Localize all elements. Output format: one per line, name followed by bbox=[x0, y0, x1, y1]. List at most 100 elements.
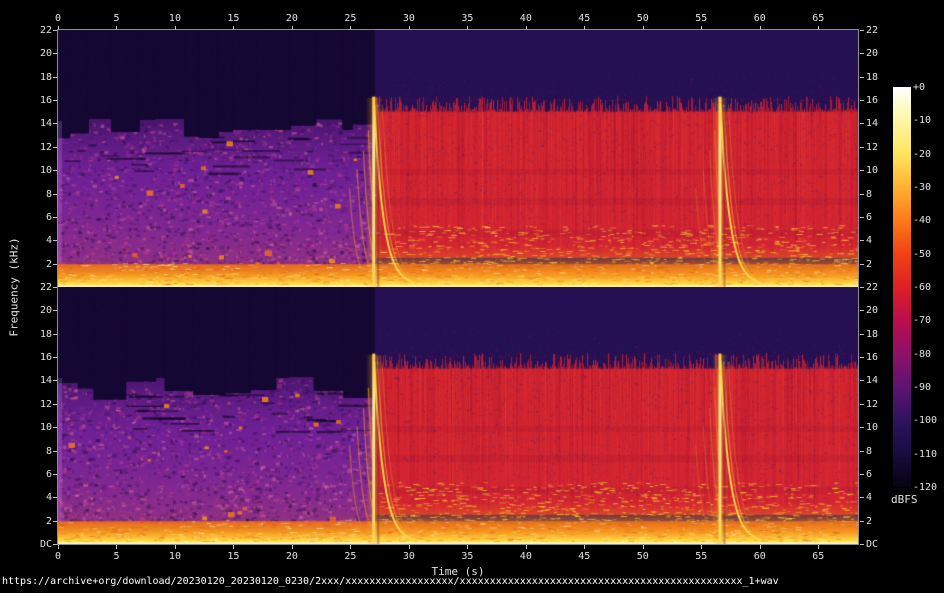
freq-tick-label-right: 6 bbox=[866, 469, 896, 480]
x-tick-bottom bbox=[526, 545, 527, 549]
freq-tick-left bbox=[53, 474, 57, 475]
x-tick-bottom bbox=[116, 545, 117, 549]
freq-tick-right bbox=[860, 147, 864, 148]
x-tick-label-bottom: 40 bbox=[511, 551, 541, 562]
x-tick-label-top: 45 bbox=[569, 13, 599, 24]
colorbar-title: dBFS bbox=[891, 493, 931, 506]
freq-tick-left bbox=[53, 287, 57, 288]
freq-tick-left bbox=[53, 77, 57, 78]
x-tick-bottom bbox=[818, 545, 819, 549]
freq-tick-label-right: 12 bbox=[866, 142, 896, 153]
freq-tick-label-right: 16 bbox=[866, 352, 896, 363]
freq-tick-left bbox=[53, 240, 57, 241]
colorbar-tick-label: -100 bbox=[913, 415, 944, 426]
freq-tick-right bbox=[860, 521, 864, 522]
freq-tick-right bbox=[860, 334, 864, 335]
freq-tick-label-left: 6 bbox=[24, 212, 52, 223]
freq-tick-label-left: 12 bbox=[24, 142, 52, 153]
x-tick-bottom bbox=[350, 545, 351, 549]
freq-tick-right bbox=[860, 170, 864, 171]
colorbar-tick-label: -10 bbox=[913, 115, 944, 126]
x-tick-label-top: 40 bbox=[511, 13, 541, 24]
spectrogram-figure: Frequency (kHz) 005510101515202025253030… bbox=[0, 0, 944, 593]
freq-tick-right bbox=[860, 53, 864, 54]
x-tick-label-bottom: 60 bbox=[745, 551, 775, 562]
freq-tick-label-right: 6 bbox=[866, 212, 896, 223]
freq-tick-label-left: 6 bbox=[24, 469, 52, 480]
freq-tick-left bbox=[53, 334, 57, 335]
freq-tick-right bbox=[860, 427, 864, 428]
x-tick-label-bottom: 65 bbox=[803, 551, 833, 562]
freq-tick-label-right: 8 bbox=[866, 189, 896, 200]
freq-tick-label-left: 20 bbox=[24, 48, 52, 59]
freq-tick-label-right: 20 bbox=[866, 48, 896, 59]
x-tick-label-top: 0 bbox=[43, 13, 73, 24]
freq-tick-left bbox=[53, 404, 57, 405]
freq-tick-label-right: 16 bbox=[866, 95, 896, 106]
spectrogram-channel-2 bbox=[58, 287, 858, 544]
freq-tick-label-right: 14 bbox=[866, 375, 896, 386]
x-tick-top bbox=[292, 26, 293, 30]
x-tick-label-bottom: 30 bbox=[394, 551, 424, 562]
x-tick-label-top: 15 bbox=[218, 13, 248, 24]
freq-tick-label-right: 10 bbox=[866, 165, 896, 176]
x-tick-bottom bbox=[292, 545, 293, 549]
freq-tick-label-left: 18 bbox=[24, 72, 52, 83]
x-tick-bottom bbox=[467, 545, 468, 549]
freq-tick-left bbox=[53, 194, 57, 195]
freq-tick-right bbox=[860, 287, 864, 288]
freq-tick-label-left: 4 bbox=[24, 235, 52, 246]
colorbar-tick-label: +0 bbox=[913, 82, 944, 93]
colorbar-tick-label: -40 bbox=[913, 215, 944, 226]
x-tick-label-top: 60 bbox=[745, 13, 775, 24]
freq-tick-left bbox=[53, 123, 57, 124]
freq-tick-label-right: 8 bbox=[866, 446, 896, 457]
freq-tick-left bbox=[53, 427, 57, 428]
freq-tick-left bbox=[53, 310, 57, 311]
colorbar-tick-label: -60 bbox=[913, 282, 944, 293]
x-tick-label-top: 30 bbox=[394, 13, 424, 24]
freq-tick-label-left: 22 bbox=[24, 282, 52, 293]
x-tick-bottom bbox=[584, 545, 585, 549]
freq-tick-left bbox=[53, 264, 57, 265]
x-tick-label-bottom: 5 bbox=[101, 551, 131, 562]
freq-tick-label-left: 22 bbox=[24, 25, 52, 36]
freq-tick-left bbox=[53, 53, 57, 54]
freq-tick-label-right: 18 bbox=[866, 72, 896, 83]
x-tick-top bbox=[467, 26, 468, 30]
freq-tick-left bbox=[53, 521, 57, 522]
freq-tick-label-right: 14 bbox=[866, 118, 896, 129]
x-tick-label-bottom: 20 bbox=[277, 551, 307, 562]
colorbar-tick-label: -50 bbox=[913, 249, 944, 260]
colorbar-tick-label: -120 bbox=[913, 482, 944, 493]
freq-tick-label-left: 10 bbox=[24, 165, 52, 176]
freq-tick-right bbox=[860, 100, 864, 101]
freq-tick-label-left: 16 bbox=[24, 352, 52, 363]
freq-tick-label-right: 18 bbox=[866, 329, 896, 340]
x-tick-label-bottom: 25 bbox=[335, 551, 365, 562]
freq-tick-label-left: 8 bbox=[24, 189, 52, 200]
x-tick-bottom bbox=[233, 545, 234, 549]
x-tick-bottom bbox=[409, 545, 410, 549]
freq-tick-label-left: 14 bbox=[24, 375, 52, 386]
y-axis-title: Frequency (kHz) bbox=[8, 237, 21, 336]
freq-tick-label-left: 2 bbox=[24, 259, 52, 270]
colorbar-tick-label: -110 bbox=[913, 449, 944, 460]
x-tick-label-top: 35 bbox=[452, 13, 482, 24]
freq-tick-label-right: DC bbox=[866, 539, 896, 550]
freq-tick-left bbox=[53, 497, 57, 498]
freq-tick-label-left: DC bbox=[24, 539, 52, 550]
freq-tick-right bbox=[860, 194, 864, 195]
freq-tick-right bbox=[860, 77, 864, 78]
freq-tick-label-left: 16 bbox=[24, 95, 52, 106]
x-tick-bottom bbox=[760, 545, 761, 549]
freq-tick-right bbox=[860, 217, 864, 218]
freq-tick-left bbox=[53, 147, 57, 148]
x-tick-top bbox=[701, 26, 702, 30]
freq-tick-left bbox=[53, 100, 57, 101]
freq-tick-right bbox=[860, 357, 864, 358]
freq-tick-label-right: 22 bbox=[866, 282, 896, 293]
freq-tick-left bbox=[53, 217, 57, 218]
x-tick-top bbox=[760, 26, 761, 30]
freq-tick-label-left: 4 bbox=[24, 492, 52, 503]
